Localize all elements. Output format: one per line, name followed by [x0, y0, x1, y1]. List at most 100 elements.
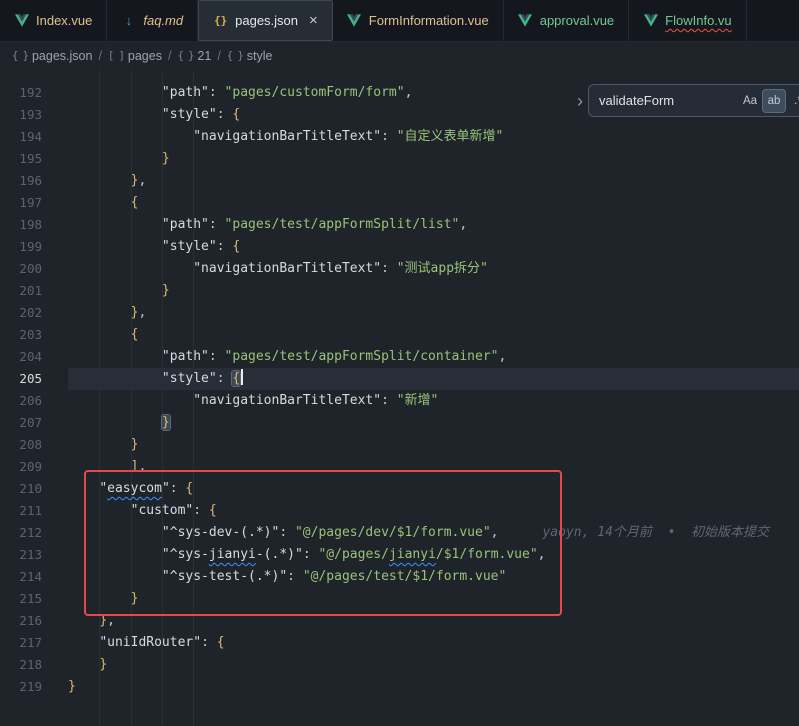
breadcrumb-item-21[interactable]: { }21 [177, 49, 211, 63]
tab-bar: Index.vue↓faq.md{}pages.json×FormInforma… [0, 0, 799, 42]
line-content: "^sys-jianyi-(.*)": "@/pages/jianyi/$1/f… [68, 544, 799, 566]
toggle-replace-chevron-icon[interactable]: › [577, 92, 583, 110]
regex-icon[interactable]: .* [787, 90, 799, 112]
tab-flowinfo-vu[interactable]: FlowInfo.vu [629, 0, 746, 41]
breadcrumb-item-pages[interactable]: [ ]pages [108, 49, 162, 63]
line-content: "navigationBarTitleText": "自定义表单新增" [68, 126, 799, 148]
tab-label: FormInformation.vue [369, 13, 489, 28]
line-content: "path": "pages/test/appFormSplit/list", [68, 214, 799, 236]
vue-icon [14, 14, 29, 27]
line-content: { [68, 192, 799, 214]
line-number: 198 [0, 214, 68, 236]
braces-icon: { } [12, 50, 28, 62]
line-number: 219 [0, 676, 68, 698]
line-number: 204 [0, 346, 68, 368]
tab-index-vue[interactable]: Index.vue [0, 0, 107, 41]
code-line-197[interactable]: 197 { [0, 192, 799, 214]
breadcrumb-separator: / [98, 49, 101, 63]
text-cursor-icon [241, 369, 243, 385]
breadcrumb-label: 21 [197, 49, 211, 63]
whole-word-icon[interactable]: ab [763, 90, 785, 112]
breadcrumb-item-pages-json[interactable]: { }pages.json [12, 49, 92, 63]
code-line-218[interactable]: 218 } [0, 654, 799, 676]
markdown-icon: ↓ [121, 13, 136, 28]
find-options: Aaab.* [739, 90, 799, 112]
vue-icon [643, 14, 658, 27]
tab-approval-vue[interactable]: approval.vue [504, 0, 629, 41]
tab-label: approval.vue [540, 13, 614, 28]
breadcrumb-separator: / [217, 49, 220, 63]
breadcrumb-item-style[interactable]: { } style [227, 49, 273, 63]
line-number: 197 [0, 192, 68, 214]
line-number: 212 [0, 522, 68, 544]
code-line-200[interactable]: 200 "navigationBarTitleText": "测试app拆分" [0, 258, 799, 280]
code-line-202[interactable]: 202 }, [0, 302, 799, 324]
line-number: 218 [0, 654, 68, 676]
line-number: 215 [0, 588, 68, 610]
line-number: 203 [0, 324, 68, 346]
tab-label: pages.json [235, 13, 298, 28]
code-line-209[interactable]: 209 ], [0, 456, 799, 478]
tab-label: FlowInfo.vu [665, 13, 731, 28]
match-case-icon[interactable]: Aa [739, 90, 761, 112]
tab-label: Index.vue [36, 13, 92, 28]
code-line-196[interactable]: 196 }, [0, 170, 799, 192]
code-line-212[interactable]: 212 "^sys-dev-(.*)": "@/pages/dev/$1/for… [0, 522, 799, 544]
line-content: "uniIdRouter": { [68, 632, 799, 654]
code-line-203[interactable]: 203 { [0, 324, 799, 346]
line-content: { [68, 324, 799, 346]
code-line-210[interactable]: 210 "easycom": { [0, 478, 799, 500]
braces-icon: { } [227, 50, 243, 62]
breadcrumb-label: style [247, 49, 273, 63]
line-number: 210 [0, 478, 68, 500]
code-line-213[interactable]: 213 "^sys-jianyi-(.*)": "@/pages/jianyi/… [0, 544, 799, 566]
code-line-204[interactable]: 204 "path": "pages/test/appFormSplit/con… [0, 346, 799, 368]
code-line-217[interactable]: 217 "uniIdRouter": { [0, 632, 799, 654]
line-content: "^sys-dev-(.*)": "@/pages/dev/$1/form.vu… [68, 522, 799, 544]
code-line-194[interactable]: 194 "navigationBarTitleText": "自定义表单新增" [0, 126, 799, 148]
line-number: 213 [0, 544, 68, 566]
line-number: 195 [0, 148, 68, 170]
code-line-208[interactable]: 208 } [0, 434, 799, 456]
tab-pages-json[interactable]: {}pages.json× [198, 0, 333, 41]
editor: 192 "path": "pages/customForm/form",193 … [0, 70, 799, 726]
line-content: "style": { [68, 368, 799, 390]
code-line-215[interactable]: 215 } [0, 588, 799, 610]
breadcrumb-label: pages [128, 49, 162, 63]
breadcrumb: { }pages.json/[ ]pages/{ }21/{ }style [0, 42, 799, 70]
line-content: } [68, 148, 799, 170]
line-content: } [68, 676, 799, 698]
code-line-198[interactable]: 198 "path": "pages/test/appFormSplit/lis… [0, 214, 799, 236]
code-line-206[interactable]: 206 "navigationBarTitleText": "新增" [0, 390, 799, 412]
code-line-195[interactable]: 195 } [0, 148, 799, 170]
line-number: 200 [0, 258, 68, 280]
line-content: "path": "pages/test/appFormSplit/contain… [68, 346, 799, 368]
find-widget: › validateForm Aaab.* [577, 84, 799, 117]
vue-icon [518, 14, 533, 27]
code-line-216[interactable]: 216 }, [0, 610, 799, 632]
close-icon[interactable]: × [309, 13, 318, 28]
line-number: 217 [0, 632, 68, 654]
tab-forminformation-vue[interactable]: FormInformation.vue [333, 0, 504, 41]
line-number: 205 [0, 368, 68, 390]
line-number: 214 [0, 566, 68, 588]
code-line-199[interactable]: 199 "style": { [0, 236, 799, 258]
line-content: } [68, 588, 799, 610]
code-line-211[interactable]: 211 "custom": { [0, 500, 799, 522]
line-number: 199 [0, 236, 68, 258]
code-line-201[interactable]: 201 } [0, 280, 799, 302]
tab-label: faq.md [143, 13, 183, 28]
tab-faq-md[interactable]: ↓ faq.md [107, 0, 198, 41]
find-input[interactable]: validateForm Aaab.* [588, 84, 799, 117]
find-query-text[interactable]: validateForm [599, 93, 739, 108]
code-line-207[interactable]: 207 } [0, 412, 799, 434]
line-number: 209 [0, 456, 68, 478]
line-number: 206 [0, 390, 68, 412]
code-line-205[interactable]: 205 "style": { [0, 368, 799, 390]
code-line-219[interactable]: 219} [0, 676, 799, 698]
line-content: } [68, 654, 799, 676]
line-number: 194 [0, 126, 68, 148]
git-blame-annotation: yaoyn, 14个月前 • 初始版本提交 [542, 525, 769, 540]
code-line-214[interactable]: 214 "^sys-test-(.*)": "@/pages/test/$1/f… [0, 566, 799, 588]
line-number: 192 [0, 82, 68, 104]
